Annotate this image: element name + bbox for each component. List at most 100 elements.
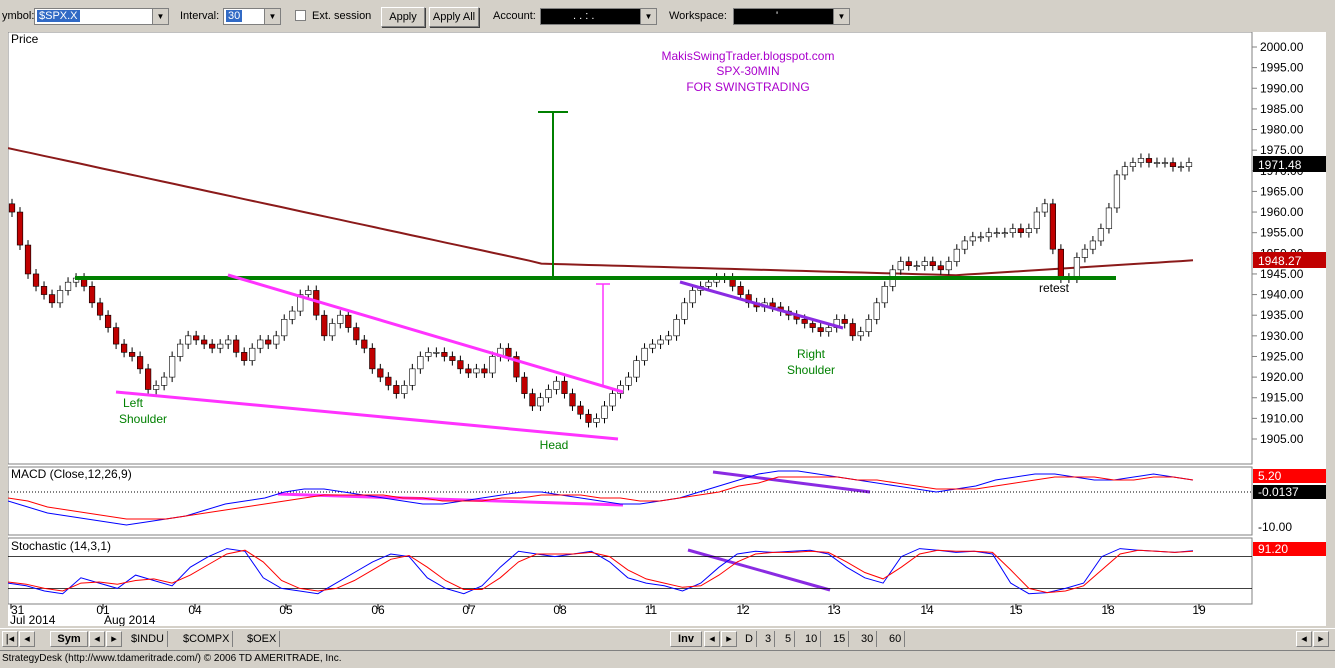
sym-prev-icon[interactable]: ◂ <box>89 631 105 647</box>
chart-svg[interactable]: 2000.00 1995.00 1990.00 1985.00 1980.00 1975.… <box>7 31 1326 627</box>
sym-button[interactable]: Sym <box>50 631 88 647</box>
macd-zero-label: -0.0137 <box>1258 485 1299 499</box>
price-tick-label: 1965.00 <box>1260 184 1304 198</box>
candle-body <box>633 360 640 378</box>
candle-body <box>273 335 280 345</box>
candle-body <box>929 261 936 266</box>
candle-body <box>1033 211 1040 229</box>
apply-button[interactable]: Apply <box>381 7 425 27</box>
candle-body <box>865 319 872 333</box>
period-3[interactable]: 3 <box>762 631 776 647</box>
candle-body <box>553 380 560 390</box>
price-tick-label: 1940.00 <box>1260 288 1304 302</box>
workspace-combo[interactable]: ' ▼ <box>733 8 850 25</box>
ext-session-checkbox[interactable] <box>295 10 306 21</box>
tab-compx[interactable]: $COMPX <box>180 631 234 647</box>
candle-body <box>809 323 816 328</box>
period-15[interactable]: 15 <box>830 631 850 647</box>
candle-body <box>1185 162 1193 167</box>
candle-body <box>841 319 848 324</box>
period-d[interactable]: D <box>742 631 757 647</box>
x-tick-label: 18 <box>1101 603 1115 617</box>
candle-body <box>1009 228 1016 233</box>
candle-body <box>1073 257 1081 279</box>
prev-icon[interactable]: ◂ <box>19 631 35 647</box>
price-tick-label: 2000.00 <box>1260 40 1304 54</box>
tab-oex[interactable]: $OEX <box>244 631 281 647</box>
x-tick-label: 15 <box>1009 603 1023 617</box>
retest-label: retest <box>1039 281 1070 295</box>
account-combo[interactable]: . . : . ▼ <box>540 8 657 25</box>
candle-body <box>96 302 104 316</box>
tab-indu[interactable]: $INDU <box>128 631 169 647</box>
candle-body <box>161 376 168 386</box>
price-tick-label: 1990.00 <box>1260 81 1304 95</box>
period-30[interactable]: 30 <box>858 631 878 647</box>
period-10[interactable]: 10 <box>802 631 822 647</box>
candle-body <box>921 261 928 266</box>
chart-area[interactable]: 2000.00 1995.00 1990.00 1985.00 1980.00 1975.… <box>7 31 1326 627</box>
watermark-line-2: SPX-30MIN <box>716 64 779 78</box>
candle-body <box>593 418 600 423</box>
apply-all-button[interactable]: Apply All <box>429 7 479 27</box>
candle-body <box>873 302 880 320</box>
symbol-combo[interactable]: $SPX.X ▼ <box>34 8 169 25</box>
symbol-nav-bar: |◂ ◂ Sym ◂ ▸ $INDU $COMPX $OEX Inv ◂ ▸ D… <box>0 628 1335 649</box>
left-shoulder-label-1: Left <box>123 396 144 410</box>
chevron-down-icon[interactable]: ▼ <box>264 9 280 24</box>
price-tick-label: 1910.00 <box>1260 411 1304 425</box>
interval-combo[interactable]: 30 ▼ <box>223 8 281 25</box>
chevron-down-icon[interactable]: ▼ <box>152 9 168 24</box>
candle-body <box>233 339 240 353</box>
candle-body <box>489 356 496 374</box>
candle-body <box>505 347 512 357</box>
candle-body <box>825 327 832 333</box>
period-60[interactable]: 60 <box>886 631 906 647</box>
candle-body <box>537 397 544 407</box>
candle-body <box>1089 240 1097 250</box>
candle-body <box>441 352 448 357</box>
candle-body <box>249 347 256 361</box>
watermark-line-3: FOR SWINGTRADING <box>686 80 809 94</box>
candle-body <box>337 314 344 324</box>
price-title: Price <box>11 32 39 46</box>
candle-body <box>969 236 976 242</box>
head-label: Head <box>540 438 569 452</box>
scroll-left-icon[interactable]: ◂ <box>1296 631 1312 647</box>
candle-body <box>16 211 24 246</box>
candle-body <box>409 368 416 386</box>
x-tick-label: 06 <box>371 603 385 617</box>
candle-body <box>561 380 568 394</box>
inv-button[interactable]: Inv <box>670 631 702 647</box>
ma-value-label: 1948.27 <box>1258 254 1302 268</box>
candle-body <box>225 339 232 345</box>
candle-body <box>361 339 368 349</box>
candle-body <box>193 335 200 341</box>
candle-body <box>529 393 536 407</box>
candle-body <box>601 405 608 419</box>
macd-title: MACD (Close,12,26,9) <box>11 467 132 481</box>
candle-body <box>897 261 904 271</box>
candle-body <box>625 376 632 386</box>
price-tick-label: 1915.00 <box>1260 391 1304 405</box>
period-5[interactable]: 5 <box>782 631 796 647</box>
sym-next-icon[interactable]: ▸ <box>106 631 122 647</box>
ext-session-label: Ext. session <box>312 10 372 22</box>
first-icon[interactable]: |◂ <box>2 631 18 647</box>
inv-next-icon[interactable]: ▸ <box>721 631 737 647</box>
candle-body <box>129 352 136 357</box>
scroll-right-icon[interactable]: ▸ <box>1313 631 1329 647</box>
candle-body <box>681 302 688 320</box>
chevron-down-icon[interactable]: ▼ <box>833 9 849 24</box>
candle-body <box>88 286 96 304</box>
candle-body <box>913 265 920 267</box>
candle-body <box>433 352 440 354</box>
inv-prev-icon[interactable]: ◂ <box>704 631 720 647</box>
price-tick-label: 1945.00 <box>1260 267 1304 281</box>
candle-body <box>112 327 120 345</box>
chevron-down-icon[interactable]: ▼ <box>640 9 656 24</box>
price-tick-label: 1985.00 <box>1260 102 1304 116</box>
interval-value: 30 <box>226 10 243 22</box>
candle-body <box>1137 158 1145 163</box>
right-tool-strip <box>1326 32 1335 626</box>
